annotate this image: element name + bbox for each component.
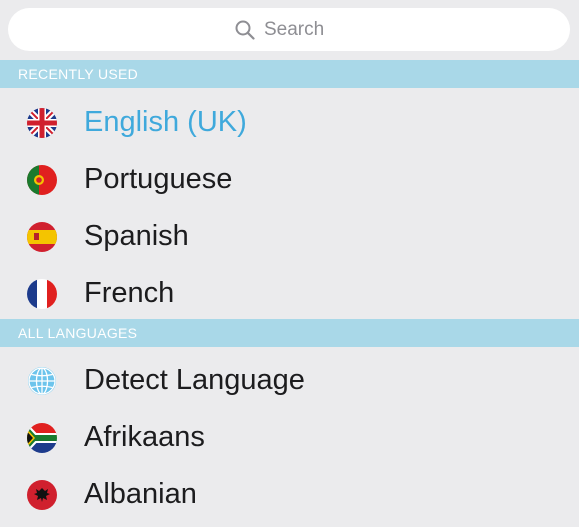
spain-flag-icon: [27, 221, 57, 252]
language-item-portuguese[interactable]: Portuguese: [0, 151, 579, 208]
uk-flag-icon: [27, 107, 57, 138]
section-header-all-languages: ALL LANGUAGES: [0, 319, 579, 347]
language-item-detect-language[interactable]: Detect Language: [0, 352, 579, 409]
france-flag-icon: [27, 278, 57, 309]
language-item-spanish[interactable]: Spanish: [0, 208, 579, 265]
language-label: English (UK): [84, 106, 247, 138]
language-item-albanian[interactable]: Albanian: [0, 466, 579, 523]
search-icon: [234, 19, 256, 41]
search-bar-container: [0, 0, 579, 60]
search-field[interactable]: [8, 8, 570, 51]
portugal-flag-icon: [27, 164, 57, 195]
globe-icon: [27, 366, 57, 396]
language-item-french[interactable]: French: [0, 265, 579, 322]
language-label: French: [84, 277, 175, 309]
language-label: Detect Language: [84, 364, 305, 396]
south-africa-flag-icon: [27, 422, 57, 453]
section-header-recently-used: RECENTLY USED: [0, 60, 579, 88]
language-label: Afrikaans: [84, 421, 205, 453]
language-item-afrikaans[interactable]: Afrikaans: [0, 409, 579, 466]
language-item-english-uk[interactable]: English (UK): [0, 94, 579, 151]
albania-flag-icon: [27, 479, 57, 510]
language-label: Spanish: [84, 220, 189, 252]
language-label: Albanian: [84, 478, 197, 510]
language-label: Portuguese: [84, 163, 233, 195]
search-input[interactable]: [264, 18, 344, 41]
